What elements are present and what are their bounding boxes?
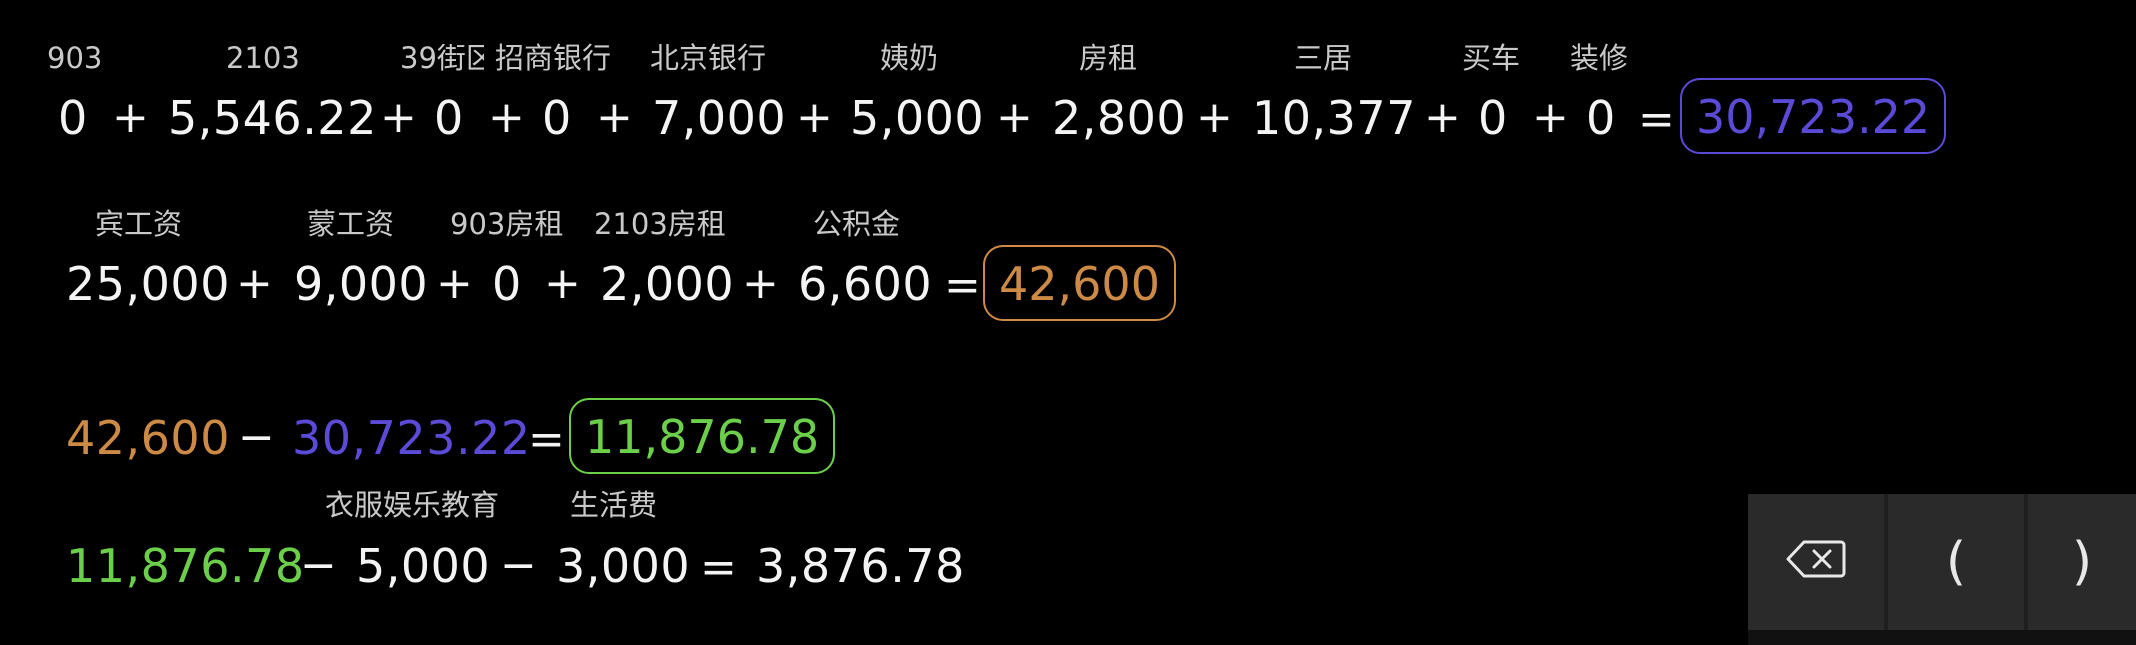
plus-operator: + [544, 258, 581, 309]
equals-operator: = [944, 260, 981, 311]
plus-operator: + [596, 92, 633, 143]
label-rent: 房租 [1079, 41, 1138, 75]
value-aunt[interactable]: 5,000 [850, 95, 984, 141]
plus-operator: + [1424, 92, 1461, 143]
backspace-key[interactable] [1748, 494, 1884, 630]
income-total-result[interactable]: 42,600 [983, 245, 1176, 321]
plus-operator: + [1196, 92, 1233, 143]
keypad: ( ) [1748, 494, 2136, 645]
label-39-district: 39街区 [400, 44, 484, 73]
backspace-icon [1786, 532, 1846, 592]
label-three-bedroom: 三居 [1294, 41, 1353, 75]
label-903-rent: 903房租 [450, 207, 564, 241]
plus-operator: + [112, 92, 149, 143]
income-total-ref[interactable]: 42,600 [66, 415, 230, 461]
minus-operator: − [500, 540, 537, 591]
value-rent[interactable]: 2,800 [1052, 95, 1186, 141]
minus-operator: − [238, 412, 275, 463]
minus-operator: − [300, 540, 337, 591]
value-three-bedroom[interactable]: 10,377 [1252, 95, 1416, 141]
value-cmb[interactable]: 0 [542, 95, 572, 141]
plus-operator: + [436, 258, 473, 309]
plus-operator: + [380, 92, 417, 143]
label-clothing-entertainment-education: 衣服娱乐教育 [325, 488, 500, 522]
value-903-rent[interactable]: 0 [492, 261, 522, 307]
label-living-expenses: 生活费 [570, 488, 658, 522]
value-housing-fund[interactable]: 6,600 [798, 261, 932, 307]
value-car[interactable]: 0 [1478, 95, 1508, 141]
label-bin-salary: 宾工资 [95, 207, 183, 241]
value-bob[interactable]: 7,000 [652, 95, 786, 141]
equals-operator: = [1638, 94, 1675, 145]
label-cmb: 招商银行 [495, 41, 612, 75]
value-2103[interactable]: 5,546.22 [168, 95, 377, 141]
value-2103-rent[interactable]: 2,000 [600, 261, 734, 307]
expense-total-result[interactable]: 30,723.22 [1680, 78, 1947, 154]
balance-ref[interactable]: 11,876.78 [66, 543, 305, 589]
balance-result[interactable]: 11,876.78 [569, 398, 836, 474]
plus-operator: + [488, 92, 525, 143]
value-living-expenses[interactable]: 3,000 [556, 543, 690, 589]
label-903: 903 [47, 41, 103, 75]
value-39-district[interactable]: 0 [434, 95, 464, 141]
label-renovation: 装修 [1570, 41, 1629, 75]
value-bin-salary[interactable]: 25,000 [66, 261, 230, 307]
equals-operator: = [528, 414, 565, 465]
value-903[interactable]: 0 [58, 95, 88, 141]
value-renovation[interactable]: 0 [1586, 95, 1616, 141]
plus-operator: + [996, 92, 1033, 143]
final-result[interactable]: 3,876.78 [756, 543, 965, 589]
expense-total-ref[interactable]: 30,723.22 [292, 415, 531, 461]
plus-operator: + [1532, 92, 1569, 143]
label-aunt: 姨奶 [880, 41, 939, 75]
keypad-bottom-bar [1748, 630, 2136, 645]
label-2103-rent: 2103房租 [594, 207, 726, 241]
plus-operator: + [236, 258, 273, 309]
open-paren-key[interactable]: ( [1888, 494, 2024, 630]
label-housing-fund: 公积金 [813, 207, 901, 241]
close-paren-key[interactable]: ) [2028, 494, 2136, 630]
label-2103: 2103 [226, 41, 300, 75]
equals-operator: = [700, 542, 737, 593]
value-clothing-entertainment-education[interactable]: 5,000 [356, 543, 490, 589]
label-bob: 北京银行 [650, 41, 767, 75]
label-meng-salary: 蒙工资 [307, 207, 395, 241]
value-meng-salary[interactable]: 9,000 [294, 261, 428, 307]
label-car: 买车 [1462, 41, 1521, 75]
plus-operator: + [742, 258, 779, 309]
plus-operator: + [796, 92, 833, 143]
